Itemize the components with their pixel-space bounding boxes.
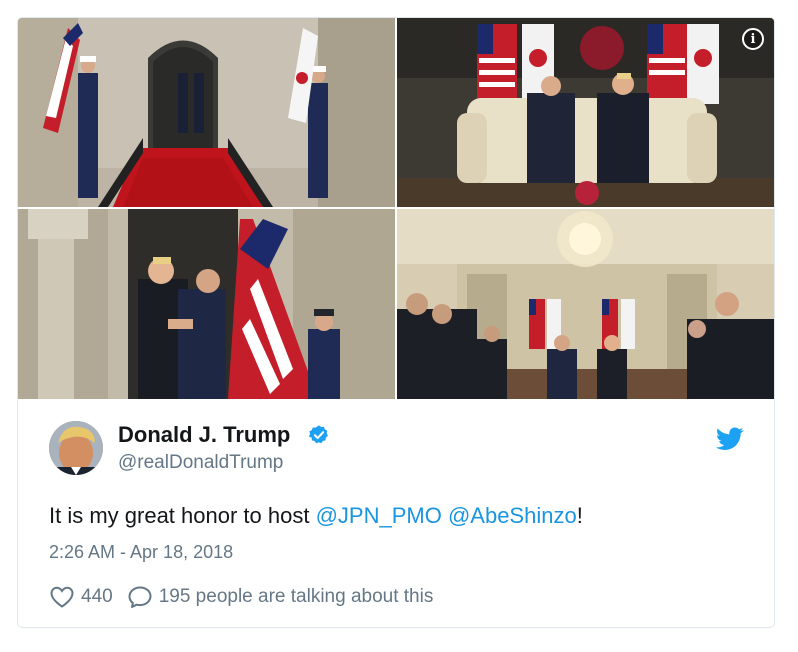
doorway-handshake-photo[interactable] <box>18 209 395 399</box>
meeting-room-photo[interactable] <box>397 209 774 399</box>
tweet-card[interactable]: i Donald J. Trump @realDonaldTrump It is… <box>17 17 775 628</box>
display-name[interactable]: Donald J. Trump <box>118 422 290 448</box>
talking-about-link[interactable]: 195 people are talking about this <box>159 586 434 608</box>
twitter-bird-icon[interactable] <box>716 427 744 451</box>
media-grid: i <box>18 18 774 399</box>
timestamp[interactable]: 2:26 AM - Apr 18, 2018 <box>49 542 233 563</box>
sofa-handshake-photo[interactable]: i <box>397 18 774 207</box>
mention-abe-shinzo[interactable]: @AbeShinzo <box>448 503 577 528</box>
action-bar: 440 195 people are talking about this <box>49 583 433 611</box>
staircase-guards-photo[interactable] <box>18 18 395 207</box>
mention-jpn-pmo[interactable]: @JPN_PMO <box>316 503 442 528</box>
tweet-text-before: It is my great honor to host <box>49 503 316 528</box>
handle[interactable]: @realDonaldTrump <box>118 452 283 474</box>
tweet-text: It is my great honor to host @JPN_PMO @A… <box>49 503 583 529</box>
verified-badge-icon <box>308 424 330 446</box>
tweet-text-after: ! <box>576 503 583 528</box>
tweet-body: Donald J. Trump @realDonaldTrump It is m… <box>18 399 774 627</box>
heart-icon[interactable] <box>49 585 75 609</box>
info-icon[interactable]: i <box>742 28 764 50</box>
speech-bubble-icon[interactable] <box>127 585 153 609</box>
like-count[interactable]: 440 <box>81 586 113 608</box>
avatar[interactable] <box>49 421 103 475</box>
